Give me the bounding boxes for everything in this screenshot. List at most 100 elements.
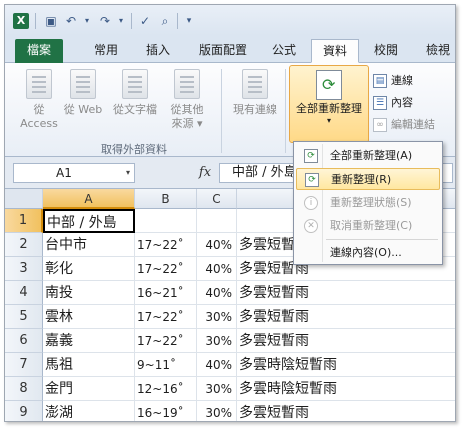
row-header-9[interactable]: 9 xyxy=(5,401,43,421)
print-preview-icon[interactable]: ⌕ xyxy=(157,13,173,29)
cell-b3[interactable]: 17~22˚ xyxy=(135,257,197,281)
menu-item-label: 重新整理(R) xyxy=(331,173,392,186)
row-header-7[interactable]: 7 xyxy=(5,353,43,377)
row-header-5[interactable]: 5 xyxy=(5,305,43,329)
row-header-1[interactable]: 1 xyxy=(5,209,43,233)
cell-a4[interactable]: 南投 xyxy=(43,281,135,305)
tab-insert[interactable]: 插入 xyxy=(137,39,179,63)
tab-file[interactable]: 檔案 xyxy=(15,39,63,63)
cell-d6[interactable]: 多雲短暫雨 xyxy=(237,329,455,353)
tab-data[interactable]: 資料 xyxy=(311,39,359,63)
from-web-button[interactable]: 從 Web xyxy=(61,69,105,117)
row-header-6[interactable]: 6 xyxy=(5,329,43,353)
cell-a6[interactable]: 嘉義 xyxy=(43,329,135,353)
save-icon[interactable]: ▣ xyxy=(43,13,59,29)
cell-b9[interactable]: 16~19˚ xyxy=(135,401,197,421)
menu-item-refresh-status[interactable]: i 重新整理狀態(S) xyxy=(296,192,440,214)
column-header-c[interactable]: C xyxy=(197,189,237,209)
cell-c7[interactable]: 40% xyxy=(197,353,237,377)
refresh-dropdown-menu: ⟳ 全部重新整理(A) ⟳ 重新整理(R) i 重新整理狀態(S) ✕ 取消重新… xyxy=(293,141,443,265)
properties-button[interactable]: ☰ 內容 xyxy=(371,93,413,113)
select-all-corner[interactable] xyxy=(5,189,43,209)
cell-b8[interactable]: 12~16˚ xyxy=(135,377,197,401)
menu-item-label: 重新整理狀態(S) xyxy=(330,196,412,209)
menu-item-cancel-refresh[interactable]: ✕ 取消重新整理(C) xyxy=(296,215,440,237)
name-box[interactable]: A1 ▾ xyxy=(13,163,135,183)
menu-item-connection-properties[interactable]: 連線內容(O)... xyxy=(296,242,440,264)
redo-dropdown-icon[interactable]: ▾ xyxy=(113,13,129,29)
tab-review[interactable]: 校閱 xyxy=(365,39,407,63)
row-header-8[interactable]: 8 xyxy=(5,377,43,401)
undo-icon[interactable]: ↶ xyxy=(63,13,79,29)
insert-function-icon[interactable]: fx xyxy=(195,163,215,183)
undo-dropdown-icon[interactable]: ▾ xyxy=(79,13,95,29)
cell-c1[interactable] xyxy=(197,209,237,233)
refresh-all-button[interactable]: ⟳ 全部重新整理 ▾ xyxy=(289,65,369,143)
existing-connections-button[interactable]: 現有連線 xyxy=(227,69,283,117)
cell-c2[interactable]: 40% xyxy=(197,233,237,257)
cell-c9[interactable]: 30% xyxy=(197,401,237,421)
from-access-button[interactable]: 從 Access xyxy=(17,69,61,131)
row-header-2[interactable]: 2 xyxy=(5,233,43,257)
cell-a3[interactable]: 彰化 xyxy=(43,257,135,281)
group-label-external: 取得外部資料 xyxy=(101,143,167,156)
tab-home[interactable]: 常用 xyxy=(85,39,127,63)
excel-logo-icon[interactable]: X xyxy=(13,13,29,29)
from-text-button[interactable]: 從文字檔 xyxy=(109,69,161,117)
cell-c8[interactable]: 30% xyxy=(197,377,237,401)
web-icon xyxy=(70,69,96,99)
name-box-dropdown-icon[interactable]: ▾ xyxy=(126,164,130,182)
cell-a5[interactable]: 雲林 xyxy=(43,305,135,329)
ribbon-tabs: 檔案 常用 插入 版面配置 公式 資料 校閱 檢視 xyxy=(5,35,455,63)
menu-item-refresh-all[interactable]: ⟳ 全部重新整理(A) xyxy=(296,145,440,167)
from-text-label: 從文字檔 xyxy=(113,103,157,116)
from-web-label: 從 Web xyxy=(63,103,103,116)
cell-b2[interactable]: 17~22˚ xyxy=(135,233,197,257)
spell-check-icon[interactable]: ✓ xyxy=(137,13,153,29)
text-file-icon xyxy=(122,69,148,99)
connections-label: 連線 xyxy=(391,74,413,87)
refresh-icon: ⟳ xyxy=(316,70,342,100)
menu-item-refresh[interactable]: ⟳ 重新整理(R) xyxy=(296,168,440,190)
cell-b6[interactable]: 17~22˚ xyxy=(135,329,197,353)
refresh-icon: ⟳ xyxy=(305,173,319,187)
cell-b7[interactable]: 9~11˚ xyxy=(135,353,197,377)
cell-a2[interactable]: 台中市 xyxy=(43,233,135,257)
menu-item-label: 全部重新整理(A) xyxy=(330,149,413,162)
from-other-sources-button[interactable]: 從其他 來源 ▾ xyxy=(165,69,209,131)
cell-c6[interactable]: 30% xyxy=(197,329,237,353)
tab-view[interactable]: 檢視 xyxy=(417,39,455,63)
edit-links-button[interactable]: ∞ 編輯連結 xyxy=(371,115,435,135)
cell-c5[interactable]: 30% xyxy=(197,305,237,329)
cell-d4[interactable]: 多雲短暫雨 xyxy=(237,281,455,305)
cell-d9[interactable]: 多雲短暫雨 xyxy=(237,401,455,421)
from-other-label: 從其他 xyxy=(170,103,204,116)
cell-c3[interactable]: 40% xyxy=(197,257,237,281)
row-header-3[interactable]: 3 xyxy=(5,257,43,281)
tab-page-layout[interactable]: 版面配置 xyxy=(191,39,255,63)
row-header-4[interactable]: 4 xyxy=(5,281,43,305)
info-icon: i xyxy=(304,196,318,210)
refresh-all-icon: ⟳ xyxy=(304,149,318,163)
cell-a1[interactable]: 中部 / 外島 xyxy=(43,209,135,233)
cell-b4[interactable]: 16~21˚ xyxy=(135,281,197,305)
cell-a7[interactable]: 馬祖 xyxy=(43,353,135,377)
connections-button[interactable]: ▤ 連線 xyxy=(371,71,413,91)
cell-b5[interactable]: 17~22˚ xyxy=(135,305,197,329)
column-header-b[interactable]: B xyxy=(135,189,197,209)
redo-icon[interactable]: ↷ xyxy=(97,13,113,29)
other-sources-icon xyxy=(174,69,200,99)
tab-formulas[interactable]: 公式 xyxy=(263,39,305,63)
cell-d8[interactable]: 多雲時陰短暫雨 xyxy=(237,377,455,401)
cell-d5[interactable]: 多雲短暫雨 xyxy=(237,305,455,329)
cell-c4[interactable]: 40% xyxy=(197,281,237,305)
ribbon-divider-2 xyxy=(285,69,286,153)
column-header-a[interactable]: A xyxy=(43,189,135,209)
existing-connections-icon xyxy=(242,69,268,99)
cell-a9[interactable]: 澎湖 xyxy=(43,401,135,421)
customize-icon[interactable]: ▾ xyxy=(181,13,197,29)
cell-b1[interactable] xyxy=(135,209,197,233)
cell-a8[interactable]: 金門 xyxy=(43,377,135,401)
cell-d7[interactable]: 多雲時陰短暫雨 xyxy=(237,353,455,377)
chevron-down-icon: ▾ xyxy=(326,116,331,125)
